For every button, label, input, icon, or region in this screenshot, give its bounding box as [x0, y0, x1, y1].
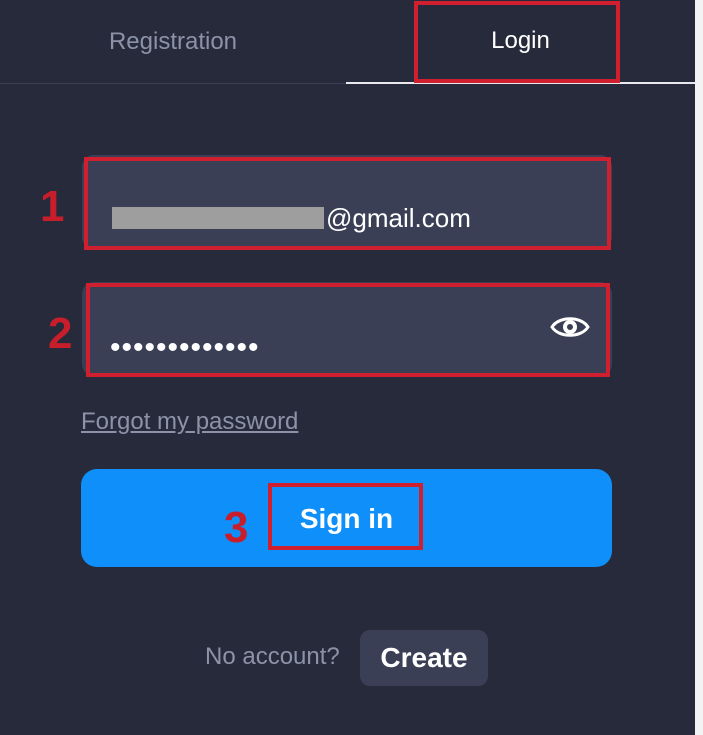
email-field[interactable]: @gmail.com: [82, 155, 612, 249]
eye-icon[interactable]: [550, 312, 590, 342]
tab-registration-label: Registration: [108, 27, 238, 55]
step-number-2: 2: [48, 309, 73, 358]
tab-login[interactable]: Login: [346, 0, 695, 84]
tab-login-label: Login: [491, 27, 550, 54]
create-account-button[interactable]: Create: [360, 630, 488, 686]
step-number-3: 3: [224, 503, 249, 552]
password-value: •••••••••••••: [110, 331, 260, 364]
login-panel: Registration Login @gmail.com ••••••••••…: [0, 0, 695, 735]
sign-in-label: Sign in: [299, 503, 394, 534]
tab-registration[interactable]: Registration: [0, 0, 346, 84]
auth-tabs: Registration Login: [0, 0, 695, 84]
sign-in-button[interactable]: Sign in: [81, 469, 612, 567]
email-value: @gmail.com: [112, 203, 471, 233]
email-domain: @gmail.com: [326, 203, 471, 233]
no-account-text: No account?: [205, 643, 340, 670]
password-field[interactable]: •••••••••••••: [82, 282, 612, 376]
step-number-1: 1: [40, 182, 65, 231]
redacted-email-part: [112, 207, 324, 229]
forgot-password-link[interactable]: Forgot my password: [81, 408, 298, 436]
page-edge: [695, 0, 703, 735]
